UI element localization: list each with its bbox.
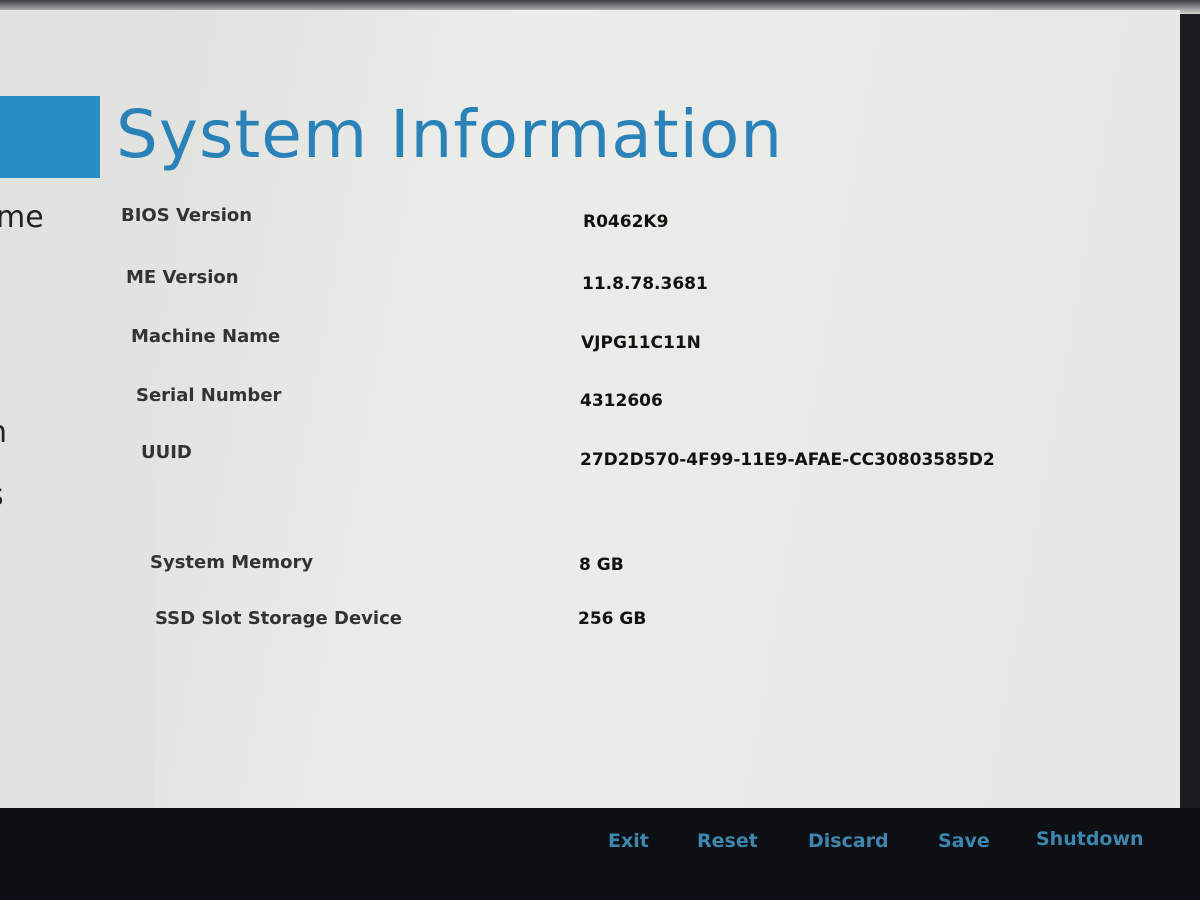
serial-number-value: 4312606 xyxy=(580,391,663,411)
page-title: System Information xyxy=(116,96,784,173)
discard-button[interactable]: Discard xyxy=(808,830,889,852)
reset-button[interactable]: Reset xyxy=(697,830,758,852)
footer-bar xyxy=(0,808,1200,900)
ssd-storage-label: SSD Slot Storage Device xyxy=(155,608,402,629)
bios-version-label: BIOS Version xyxy=(121,205,253,226)
me-version-label: ME Version xyxy=(126,267,239,288)
uuid-label: UUID xyxy=(141,442,192,463)
system-memory-value: 8 GB xyxy=(579,555,624,575)
machine-name-label: Machine Name xyxy=(131,326,281,347)
serial-number-label: Serial Number xyxy=(136,385,282,406)
exit-button[interactable]: Exit xyxy=(608,830,649,852)
sidebar-item[interactable]: s xyxy=(0,478,4,513)
sidebar-item[interactable]: n xyxy=(0,415,7,450)
me-version-value: 11.8.78.3681 xyxy=(582,274,708,294)
machine-name-value: VJPG11C11N xyxy=(581,333,701,353)
save-button[interactable]: Save xyxy=(938,830,990,852)
sidebar-item[interactable]: me xyxy=(0,200,44,235)
ssd-storage-value: 256 GB xyxy=(578,609,647,629)
shutdown-button[interactable]: Shutdown xyxy=(1036,828,1144,850)
uuid-value: 27D2D570-4F99-11E9-AFAE-CC30803585D2 xyxy=(580,450,995,470)
sidebar-item-active[interactable] xyxy=(0,96,100,178)
bios-version-value: R0462K9 xyxy=(583,212,669,232)
system-memory-label: System Memory xyxy=(150,552,314,573)
